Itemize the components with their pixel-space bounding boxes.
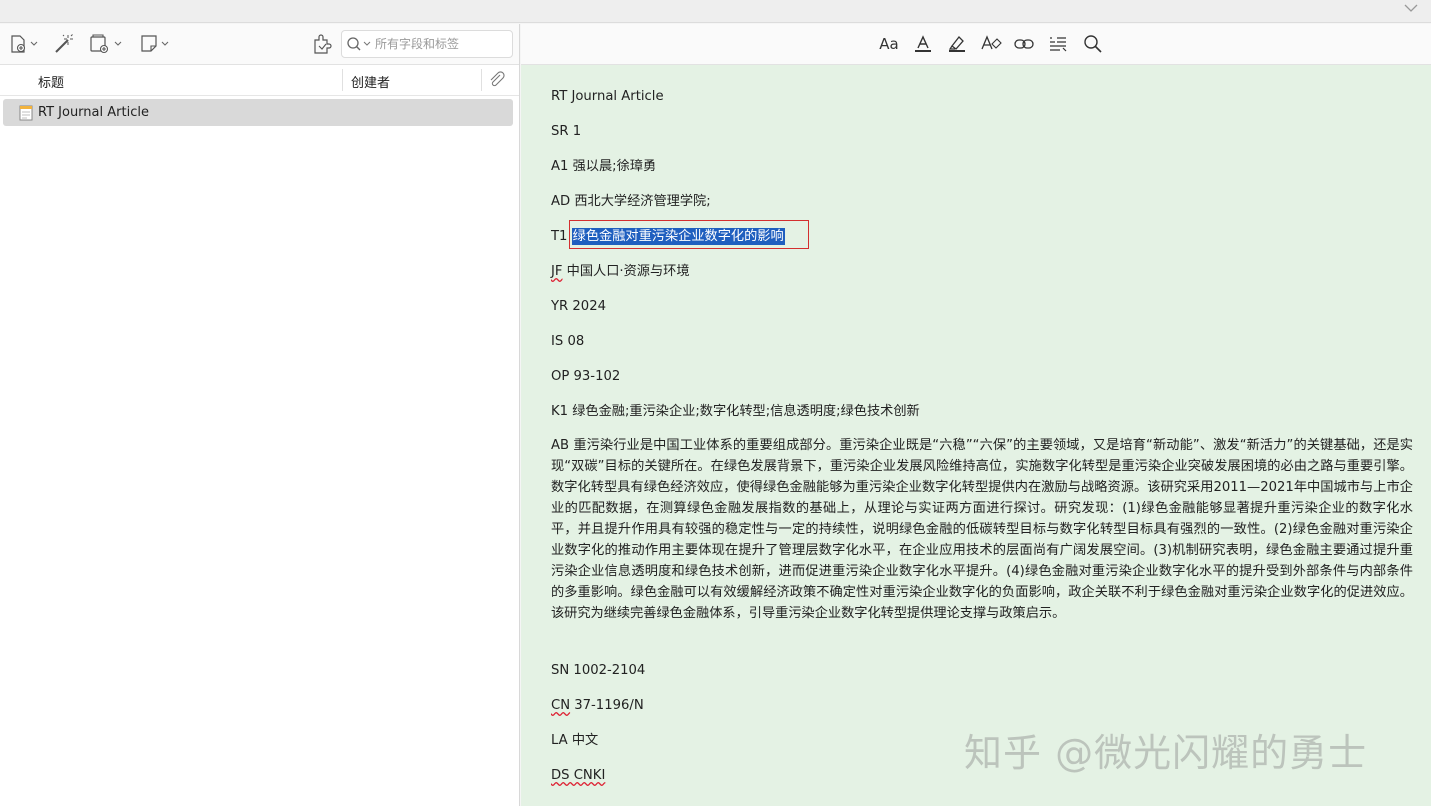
link-icon xyxy=(1014,39,1034,49)
column-header: 标题 创建者 xyxy=(0,65,519,96)
new-item-icon xyxy=(11,35,38,53)
text-color-icon xyxy=(915,35,931,52)
note-line-k1: K1 绿色金融;重污染企业;数字化转型;信息透明度;绿色技术创新 xyxy=(551,404,920,419)
new-note-button[interactable] xyxy=(140,32,174,56)
window-top-strip xyxy=(0,0,1431,23)
note-line-ad: AD 西北大学经济管理学院; xyxy=(551,194,711,209)
chevron-down-icon[interactable] xyxy=(1403,2,1419,14)
watermark: 知乎 @微光闪耀的勇士 xyxy=(964,731,1368,775)
search-box[interactable] xyxy=(341,30,513,58)
locate-button[interactable] xyxy=(311,32,335,56)
jf-value: 中国人口·资源与环境 xyxy=(562,264,690,279)
clear-format-button[interactable] xyxy=(980,33,1002,55)
highlight-button[interactable] xyxy=(946,33,968,55)
jf-tag: JF xyxy=(551,264,563,279)
magic-wand-icon xyxy=(55,34,73,53)
list-item[interactable]: RT Journal Article xyxy=(3,99,513,126)
text-color-button[interactable] xyxy=(912,33,934,55)
new-note-icon xyxy=(141,35,169,52)
document-icon xyxy=(19,105,33,120)
items-toolbar xyxy=(0,24,519,65)
note-line-yr: YR 2024 xyxy=(551,299,606,314)
column-divider[interactable] xyxy=(481,69,482,91)
column-title-header[interactable]: 标题 xyxy=(38,72,64,91)
highlighter-icon xyxy=(948,36,965,52)
insert-link-button[interactable] xyxy=(1013,33,1035,55)
note-content[interactable]: RT Journal Article SR 1 A1 强以晨;徐璋勇 AD 西北… xyxy=(521,65,1431,806)
item-list-pane: 标题 创建者 RT Journal Article xyxy=(0,24,520,806)
note-line-ab: AB 重污染行业是中国工业体系的重要组成部分。重污染企业既是“六稳”“六保”的主… xyxy=(551,438,1413,621)
font-size-label: Aa xyxy=(879,35,899,53)
font-size-button[interactable]: Aa xyxy=(876,33,902,55)
add-attachment-button[interactable] xyxy=(88,32,124,56)
note-line-a1: A1 强以晨;徐璋勇 xyxy=(551,159,657,174)
magic-wand-button[interactable] xyxy=(53,32,77,56)
ds-tag: DS CNKI xyxy=(551,768,606,783)
note-line-sr: SR 1 xyxy=(551,124,582,139)
search-input[interactable] xyxy=(375,37,503,51)
editor-toolbar: Aa xyxy=(521,24,1431,65)
search-icon xyxy=(347,37,371,51)
new-item-button[interactable] xyxy=(8,32,40,56)
find-button[interactable] xyxy=(1082,33,1104,55)
citation-icon xyxy=(1050,37,1067,52)
column-creator-header[interactable]: 创建者 xyxy=(351,72,390,91)
add-attachment-icon xyxy=(90,34,122,54)
note-line-op: OP 93-102 xyxy=(551,369,621,384)
list-item-title: RT Journal Article xyxy=(38,105,149,120)
clear-format-icon xyxy=(981,35,1002,50)
note-line-is: IS 08 xyxy=(551,334,585,349)
search-icon xyxy=(1084,35,1102,53)
selection-highlight-box xyxy=(569,220,809,249)
cn-value: 37-1196/N xyxy=(570,698,644,713)
insert-citation-button[interactable] xyxy=(1047,33,1069,55)
note-line-la: LA 中文 xyxy=(551,733,599,748)
note-line-sn: SN 1002-2104 xyxy=(551,663,646,678)
column-divider[interactable] xyxy=(342,69,343,91)
note-line-rt: RT Journal Article xyxy=(551,89,664,104)
attachment-column-icon[interactable] xyxy=(488,71,506,89)
note-line-cn: CN 37-1196/N xyxy=(551,697,644,714)
puzzle-icon xyxy=(314,34,332,54)
note-line-ds: DS CNKI xyxy=(551,767,605,784)
note-line-jf: JF 中国人口·资源与环境 xyxy=(551,263,690,280)
cn-tag: CN xyxy=(551,698,571,713)
note-editor-pane: Aa RT Journal Article SR 1 A1 强以晨;徐璋勇 AD… xyxy=(521,24,1431,806)
